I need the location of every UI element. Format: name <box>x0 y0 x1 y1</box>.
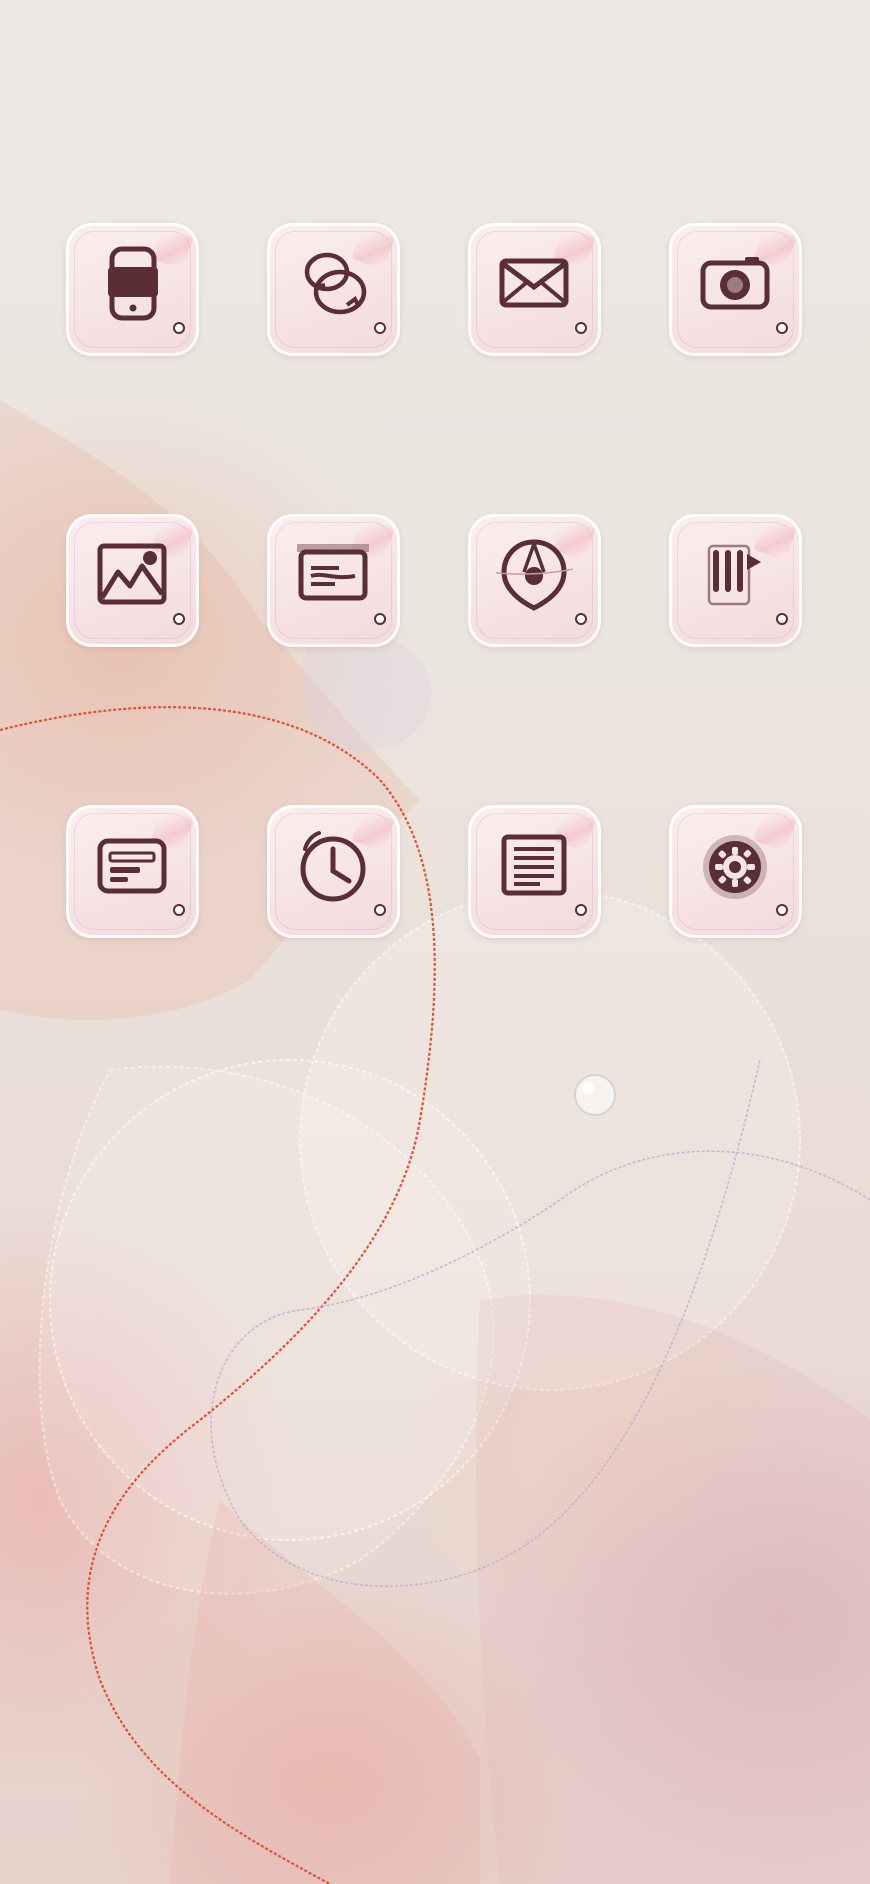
app-compass[interactable] <box>468 514 601 647</box>
chat-bubbles-icon <box>304 252 367 315</box>
gallery-icon <box>97 543 167 605</box>
calendar-icon <box>97 838 167 894</box>
app-indicator-dot <box>374 322 386 334</box>
notes-icon <box>501 834 567 896</box>
app-indicator-dot <box>173 904 185 916</box>
mail-icon <box>499 258 569 308</box>
app-phone[interactable] <box>66 223 199 356</box>
app-calendar[interactable] <box>66 805 199 938</box>
browser-icon <box>297 544 369 601</box>
app-clock[interactable] <box>267 805 400 938</box>
camera-icon <box>700 257 770 310</box>
app-settings[interactable] <box>669 805 802 938</box>
music-icon <box>707 544 761 606</box>
app-indicator-dot <box>575 613 587 625</box>
app-indicator-dot <box>374 904 386 916</box>
app-music[interactable] <box>669 514 802 647</box>
app-indicator-dot <box>776 904 788 916</box>
app-notes[interactable] <box>468 805 601 938</box>
app-indicator-dot <box>575 322 587 334</box>
app-indicator-dot <box>776 613 788 625</box>
clock-icon <box>300 831 366 902</box>
app-mail[interactable] <box>468 223 601 356</box>
app-grid <box>66 223 804 938</box>
app-browser[interactable] <box>267 514 400 647</box>
app-messages[interactable] <box>267 223 400 356</box>
compass-icon <box>496 539 573 611</box>
phone-icon <box>108 246 158 321</box>
app-indicator-dot <box>173 322 185 334</box>
app-indicator-dot <box>173 613 185 625</box>
app-camera[interactable] <box>669 223 802 356</box>
settings-icon <box>703 835 767 899</box>
app-gallery[interactable] <box>66 514 199 647</box>
app-indicator-dot <box>575 904 587 916</box>
app-indicator-dot <box>374 613 386 625</box>
app-indicator-dot <box>776 322 788 334</box>
